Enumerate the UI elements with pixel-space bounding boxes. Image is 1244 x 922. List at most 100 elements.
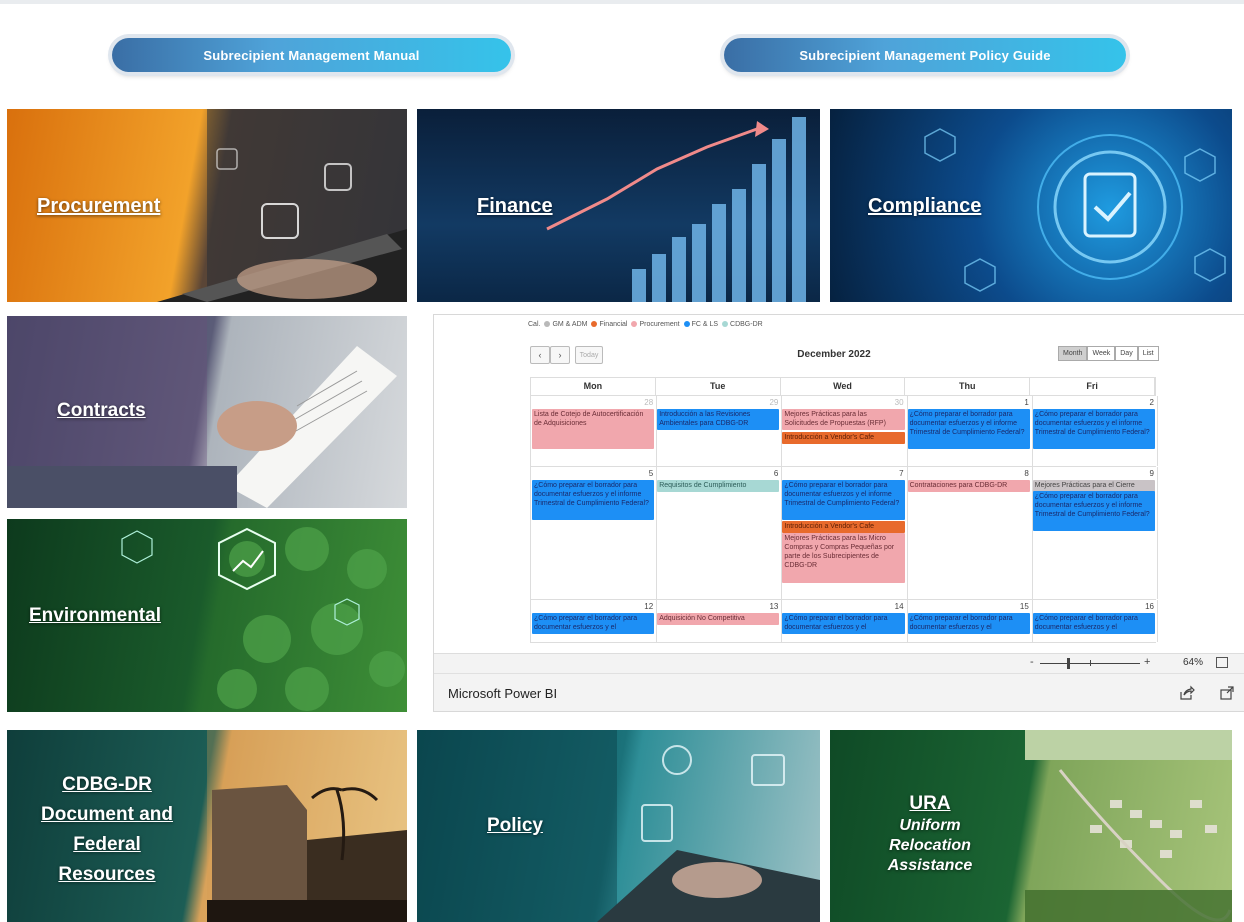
day-number: 5 <box>648 469 654 478</box>
legend-item: FC & LS <box>683 321 719 328</box>
legend-dot <box>631 321 638 328</box>
legend-dot <box>591 321 598 328</box>
calendar-event[interactable]: ¿Cómo preparar el borrador para document… <box>1032 409 1155 450</box>
calendar-grid: Mon Tue Wed Thu Fri 28 29 30 1 2 Lista de Cot… <box>530 377 1158 643</box>
cdbg-dr-tile[interactable]: CDBG-DR Document and Federal Resources <box>7 730 407 922</box>
calendar-event[interactable]: ¿Cómo preparar el borrador para document… <box>907 613 1030 635</box>
legend-prefix: Cal. <box>528 321 541 328</box>
legend-label: GM & ADM <box>552 321 588 328</box>
contracts-label[interactable]: Contracts <box>57 400 146 422</box>
open-in-new-icon[interactable] <box>1219 685 1235 701</box>
calendar-event[interactable]: Mejores Prácticas para el Cierre <box>1032 480 1155 492</box>
calendar-event[interactable]: Mejores Prácticas para las Solicitudes d… <box>782 409 905 431</box>
calendar-event[interactable]: Mejores Prácticas para las Micro Compras… <box>782 532 905 583</box>
day-header: Wed <box>781 378 906 395</box>
ura-label[interactable]: URA Uniform Relocation Assistance <box>830 792 1030 876</box>
calendar-event[interactable]: ¿Cómo preparar el borrador para document… <box>782 613 905 635</box>
legend-dot <box>722 321 729 328</box>
day-number: 28 <box>644 398 654 407</box>
cdbg-dr-line: Document and <box>41 804 173 825</box>
policy-tile[interactable]: Policy <box>417 730 820 922</box>
environmental-label[interactable]: Environmental <box>29 605 161 627</box>
powerbi-brand[interactable]: Microsoft Power BI <box>448 686 557 701</box>
calendar-event[interactable]: ¿Cómo preparar el borrador para document… <box>532 613 655 635</box>
calendar-event[interactable]: ¿Cómo preparar el borrador para document… <box>1032 613 1155 635</box>
calendar-week: 28 29 30 1 2 Lista de Cotejo de Autocertifica… <box>530 396 1158 467</box>
top-divider <box>0 0 1244 4</box>
ura-subtitle-line: Relocation <box>889 837 971 854</box>
legend-label: CDBG-DR <box>730 321 763 328</box>
zoom-bar: - + 64% <box>434 653 1244 674</box>
procurement-tile[interactable]: Procurement <box>7 109 407 302</box>
day-number: 1 <box>1024 398 1029 407</box>
zoom-in-button[interactable]: + <box>1144 656 1150 668</box>
laptop-policy-image <box>417 730 820 922</box>
calendar-event[interactable]: ¿Cómo preparar el borrador para document… <box>1032 490 1155 531</box>
calendar-event[interactable]: ¿Cómo preparar el borrador para document… <box>782 480 905 521</box>
day-number: 29 <box>769 398 779 407</box>
day-number: 8 <box>1024 469 1029 478</box>
day-number: 16 <box>1145 602 1154 611</box>
calendar-event[interactable]: Introducción a Vendor's Cafe <box>782 521 905 533</box>
calendar-event[interactable]: Introducción a las Revisiones Ambientale… <box>657 409 780 431</box>
share-icon[interactable] <box>1179 685 1195 701</box>
finance-label[interactable]: Finance <box>477 195 553 218</box>
ura-title: URA <box>909 793 951 814</box>
day-number: 13 <box>769 602 779 611</box>
view-list-button[interactable]: List <box>1137 346 1159 361</box>
day-number: 12 <box>644 602 654 611</box>
calendar-event[interactable]: Adquisición No Competitiva <box>657 613 780 625</box>
calendar-event[interactable]: Requisitos de Cumplimiento <box>657 480 780 492</box>
zoom-out-button[interactable]: - <box>1030 656 1034 668</box>
zoom-slider-thumb[interactable] <box>1067 658 1070 669</box>
legend-dot <box>683 321 690 328</box>
today-button[interactable]: Today <box>575 346 603 364</box>
view-month-button[interactable]: Month <box>1058 346 1088 361</box>
view-week-button[interactable]: Week <box>1087 346 1116 361</box>
calendar-week: 5 6 7 8 9 ¿Cómo preparar el borrador para doc… <box>530 467 1158 600</box>
procurement-label[interactable]: Procurement <box>37 195 160 218</box>
prev-month-button[interactable]: ‹ <box>530 346 550 364</box>
calendar-day-cell[interactable]: 30 <box>781 396 908 466</box>
day-number: 14 <box>894 602 904 611</box>
ura-subtitle-line: Assistance <box>887 857 973 874</box>
powerbi-embed[interactable]: Cal. GM & ADM Financial Procurement FC &… <box>433 314 1244 712</box>
cdbg-dr-line: Federal <box>73 834 141 855</box>
subrecipient-manual-button[interactable]: Subrecipient Management Manual <box>112 38 511 72</box>
day-header: Mon <box>531 378 656 395</box>
cdbg-dr-line: Resources <box>58 864 156 885</box>
day-header: Thu <box>905 378 1031 395</box>
calendar-event[interactable]: Contrataciones para CDBG-DR <box>907 480 1030 492</box>
legend-label: Financial <box>599 321 628 328</box>
day-header: Tue <box>656 378 781 395</box>
day-number: 15 <box>1019 602 1029 611</box>
powerbi-footer: Microsoft Power BI <box>434 673 1244 711</box>
finance-tile[interactable]: Finance <box>417 109 820 302</box>
view-day-button[interactable]: Day <box>1115 346 1138 361</box>
legend-label: FC & LS <box>691 321 719 328</box>
next-month-button[interactable]: › <box>550 346 570 364</box>
ura-tile[interactable]: URA Uniform Relocation Assistance <box>830 730 1232 922</box>
legend-item: Procurement <box>631 321 680 328</box>
cdbg-dr-label[interactable]: CDBG-DR Document and Federal Resources <box>7 770 207 890</box>
subrecipient-policy-guide-button[interactable]: Subrecipient Management Policy Guide <box>724 38 1126 72</box>
compliance-tile[interactable]: Compliance <box>830 109 1232 302</box>
day-number: 7 <box>899 469 904 478</box>
calendar-event[interactable]: Lista de Cotejo de Autocertificación de … <box>532 409 655 450</box>
calendar-event[interactable]: ¿Cómo preparar el borrador para document… <box>907 409 1030 450</box>
calendar-header: Mon Tue Wed Thu Fri <box>530 377 1156 396</box>
calendar-week: 12 13 14 15 16 ¿Cómo preparar el borrador par… <box>530 600 1158 643</box>
contracts-tile[interactable]: Contracts <box>7 316 407 508</box>
environmental-tile[interactable]: Environmental <box>7 519 407 712</box>
calendar-weeks: 28 29 30 1 2 Lista de Cotejo de Autocertifica… <box>530 396 1158 643</box>
calendar-event[interactable]: ¿Cómo preparar el borrador para document… <box>532 480 655 521</box>
day-number: 6 <box>773 469 779 478</box>
zoom-slider-tick <box>1090 660 1091 666</box>
policy-label[interactable]: Policy <box>487 815 543 837</box>
day-header: Fri <box>1030 378 1155 395</box>
calendar-day-cell[interactable]: 29 <box>656 396 783 466</box>
compliance-label[interactable]: Compliance <box>868 195 981 218</box>
legend-dot <box>544 321 551 328</box>
calendar-event[interactable]: Introducción a Vendor's Cafe <box>782 432 905 444</box>
fit-to-page-icon[interactable] <box>1216 657 1228 668</box>
